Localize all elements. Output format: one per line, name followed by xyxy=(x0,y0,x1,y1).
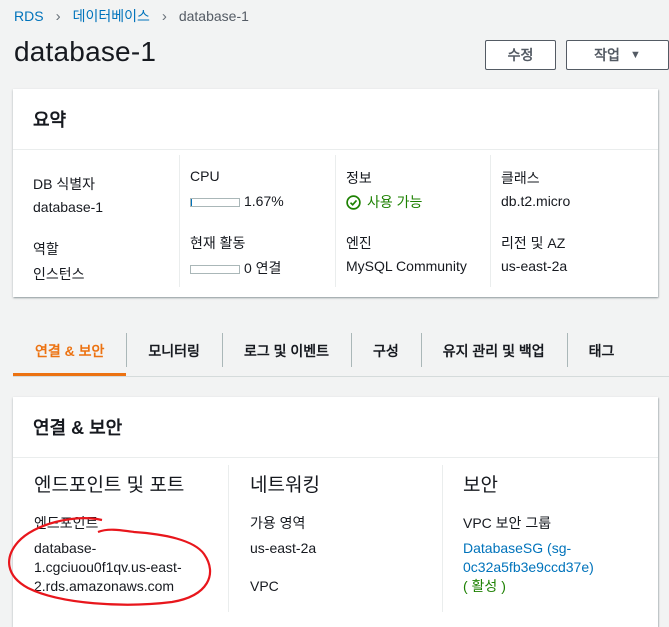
chevron-right-icon: › xyxy=(161,7,167,25)
breadcrumb-rds-link[interactable]: RDS xyxy=(14,8,44,24)
networking-section-title: 네트워킹 xyxy=(250,475,320,496)
status-label: 정보 xyxy=(346,170,372,186)
column-divider xyxy=(442,465,443,612)
vpc-label: VPC xyxy=(250,578,279,594)
security-group-line: DatabaseSG (sg- xyxy=(463,540,572,556)
class-label: 클래스 xyxy=(501,170,540,186)
edit-button-label: 수정 xyxy=(507,47,534,63)
status-text: 사용 가능 xyxy=(367,194,423,210)
actions-button-label: 작업 xyxy=(594,47,620,63)
engine-value: MySQL Community xyxy=(346,258,467,274)
region-label: 리전 및 AZ xyxy=(501,235,566,251)
engine-label: 엔진 xyxy=(346,235,372,251)
az-label: 가용 영역 xyxy=(250,515,306,531)
cpu-label: CPU xyxy=(190,168,220,184)
db-id-label: DB 식별자 xyxy=(33,176,95,192)
endpoint-section-title: 엔드포인트 및 포트 xyxy=(34,475,185,496)
summary-title: 요약 xyxy=(13,89,658,150)
tab-logs-events[interactable]: 로그 및 이벤트 xyxy=(221,328,351,374)
breadcrumb-databases-link[interactable]: 데이터베이스 xyxy=(73,6,150,26)
tab-maintenance-backups[interactable]: 유지 관리 및 백업 xyxy=(420,328,567,374)
tab-bar: 연결 & 보안 모니터링 로그 및 이벤트 구성 유지 관리 및 백업 태그 xyxy=(13,328,669,377)
role-value: 인스턴스 xyxy=(33,266,85,282)
activity-label: 현재 활동 xyxy=(190,235,246,251)
role-label: 역할 xyxy=(33,241,59,257)
cpu-value: 1.67% xyxy=(244,193,284,209)
chevron-right-icon: › xyxy=(55,7,61,25)
edit-button[interactable]: 수정 xyxy=(485,40,556,70)
security-group-link[interactable]: DatabaseSG (sg- 0c32a5fb3e9ccd37e) xyxy=(463,539,594,577)
actions-button[interactable]: 작업 ▼ xyxy=(566,40,669,70)
region-value: us-east-2a xyxy=(501,258,568,274)
cpu-meter: 1.67% xyxy=(190,193,284,209)
tab-monitoring[interactable]: 모니터링 xyxy=(126,328,222,374)
connectivity-title: 연결 & 보안 xyxy=(13,397,658,458)
caret-down-icon: ▼ xyxy=(629,49,641,61)
sg-label: VPC 보안 그룹 xyxy=(463,515,552,531)
breadcrumb: RDS › 데이터베이스 › database-1 xyxy=(14,6,249,26)
hand-drawn-circle-annotation xyxy=(8,517,212,606)
tab-tags[interactable]: 태그 xyxy=(566,328,637,374)
db-id-value: database-1 xyxy=(33,199,104,215)
column-divider xyxy=(228,465,229,612)
page-title: database-1 xyxy=(14,36,157,67)
tab-configuration[interactable]: 구성 xyxy=(351,328,421,374)
tab-connectivity-security[interactable]: 연결 & 보안 xyxy=(13,328,127,376)
security-group-status: ( 활성 ) xyxy=(463,578,506,594)
activity-value: 0 연결 xyxy=(244,260,282,276)
az-value: us-east-2a xyxy=(250,540,317,556)
breadcrumb-current: database-1 xyxy=(178,8,249,24)
summary-panel: 요약 DB 식별자 database-1 역할 인스턴스 CPU 1.67% 현… xyxy=(13,89,658,297)
class-value: db.t2.micro xyxy=(501,193,571,209)
check-circle-icon xyxy=(346,194,361,210)
security-group-line: 0c32a5fb3e9ccd37e) xyxy=(463,559,594,575)
activity-meter: 0 연결 xyxy=(190,258,281,278)
activity-progress-bar xyxy=(190,264,240,274)
security-section-title: 보안 xyxy=(463,475,498,496)
security-group-value: DatabaseSG (sg- 0c32a5fb3e9ccd37e) ( 활성 … xyxy=(463,539,594,596)
status-value: 사용 가능 xyxy=(346,192,422,212)
cpu-progress-bar xyxy=(190,197,240,207)
